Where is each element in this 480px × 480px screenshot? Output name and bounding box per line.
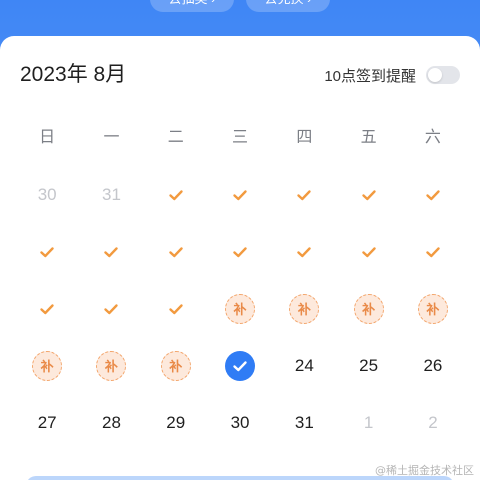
calendar-day-cell[interactable]: 补 (336, 280, 400, 337)
makeup-signin-badge: 补 (353, 293, 384, 324)
day-number: 25 (359, 355, 379, 375)
calendar-day-cell[interactable] (144, 280, 208, 337)
checkmark-icon (168, 244, 184, 260)
today-checked-icon (225, 350, 256, 381)
checkmark-icon (232, 244, 248, 260)
checkmark-icon (232, 187, 248, 203)
checkmark-icon (425, 187, 441, 203)
day-number: 1 (363, 412, 374, 432)
calendar-day-cell[interactable] (336, 166, 400, 223)
calendar-day-cell[interactable] (401, 166, 465, 223)
calendar-card: 2023年 8月 10点签到提醒 日一二三四五六 30 31 补补补补补补补 24 25… (0, 36, 480, 480)
calendar-day-cell[interactable] (272, 166, 336, 223)
checkmark-icon (361, 187, 377, 203)
calendar-day-cell[interactable] (144, 223, 208, 280)
calendar-day-cell[interactable]: 24 (272, 337, 336, 394)
reminder-label: 10点签到提醒 (324, 67, 416, 85)
day-number: 26 (423, 355, 443, 375)
calendar-day-cell[interactable] (208, 223, 272, 280)
weekday-row: 日一二三四五六 (15, 126, 465, 150)
makeup-signin-badge: 补 (289, 293, 320, 324)
calendar-day-cell[interactable]: 27 (15, 394, 79, 451)
makeup-signin-badge: 补 (160, 350, 191, 381)
calendar-day-cell[interactable] (401, 223, 465, 280)
calendar-day-cell[interactable]: 补 (79, 337, 143, 394)
calendar-grid: 30 31 补补补补补补补 24 25 26 27 28 29 30 31 1 2 (15, 166, 465, 451)
day-number: 31 (101, 184, 121, 204)
checkmark-icon (103, 301, 119, 317)
calendar-day-cell[interactable] (15, 280, 79, 337)
toggle-knob (428, 68, 442, 82)
checkmark-icon (168, 301, 184, 317)
weekday-label: 四 (296, 129, 313, 146)
reminder-setting: 10点签到提醒 (324, 60, 460, 90)
calendar-day-cell[interactable] (144, 166, 208, 223)
day-number: 30 (230, 412, 250, 432)
calendar-day-cell[interactable] (79, 280, 143, 337)
reminder-toggle[interactable] (426, 66, 460, 84)
makeup-signin-badge: 补 (417, 293, 448, 324)
calendar-day-cell[interactable]: 31 (79, 166, 143, 223)
weekday-label: 二 (167, 129, 184, 146)
day-number: 24 (294, 355, 314, 375)
calendar-day-cell[interactable]: 28 (79, 394, 143, 451)
calendar-header: 2023年 8月 10点签到提醒 (20, 60, 460, 90)
makeup-signin-badge: 补 (225, 293, 256, 324)
weekday-label: 三 (232, 129, 249, 146)
calendar-day-cell[interactable]: 补 (15, 337, 79, 394)
calendar-day-cell[interactable]: 30 (208, 394, 272, 451)
calendar-day-cell[interactable] (208, 337, 272, 394)
weekday-label: 六 (424, 129, 441, 146)
calendar-day-cell[interactable]: 31 (272, 394, 336, 451)
calendar-day-cell[interactable]: 30 (15, 166, 79, 223)
checkmark-icon (168, 187, 184, 203)
weekday-label: 一 (103, 129, 120, 146)
calendar-day-cell[interactable]: 25 (336, 337, 400, 394)
calendar-day-cell[interactable]: 2 (401, 394, 465, 451)
checkmark-icon (39, 244, 55, 260)
calendar-day-cell[interactable] (79, 223, 143, 280)
weekday-label: 五 (360, 129, 377, 146)
checkmark-icon (425, 244, 441, 260)
day-number: 28 (101, 412, 121, 432)
calendar-day-cell[interactable] (272, 223, 336, 280)
checkmark-icon (103, 244, 119, 260)
calendar-day-cell[interactable] (208, 166, 272, 223)
exchange-button[interactable]: 去兑换 › (246, 0, 330, 12)
day-number: 2 (428, 412, 438, 432)
month-title: 2023年 8月 (20, 63, 127, 86)
calendar-day-cell[interactable]: 1 (336, 394, 400, 451)
weekday-label: 日 (39, 129, 56, 146)
makeup-signin-badge: 补 (32, 350, 63, 381)
day-number: 30 (37, 184, 57, 204)
calendar-day-cell[interactable] (15, 223, 79, 280)
day-number: 31 (294, 412, 314, 432)
calendar-day-cell[interactable] (336, 223, 400, 280)
calendar-day-cell[interactable]: 补 (401, 280, 465, 337)
checkmark-icon (39, 301, 55, 317)
calendar-day-cell[interactable]: 26 (401, 337, 465, 394)
checkmark-icon (296, 187, 312, 203)
checkmark-icon (296, 244, 312, 260)
watermark: @稀土掘金技术社区 (375, 464, 474, 477)
calendar-day-cell[interactable]: 补 (272, 280, 336, 337)
checkmark-icon (361, 244, 377, 260)
calendar-day-cell[interactable]: 补 (208, 280, 272, 337)
calendar-day-cell[interactable]: 29 (144, 394, 208, 451)
day-number: 27 (37, 412, 57, 432)
calendar-day-cell[interactable]: 补 (144, 337, 208, 394)
day-number: 29 (166, 412, 186, 432)
lottery-button[interactable]: 去抽奖 › (150, 0, 234, 12)
makeup-signin-badge: 补 (96, 350, 127, 381)
